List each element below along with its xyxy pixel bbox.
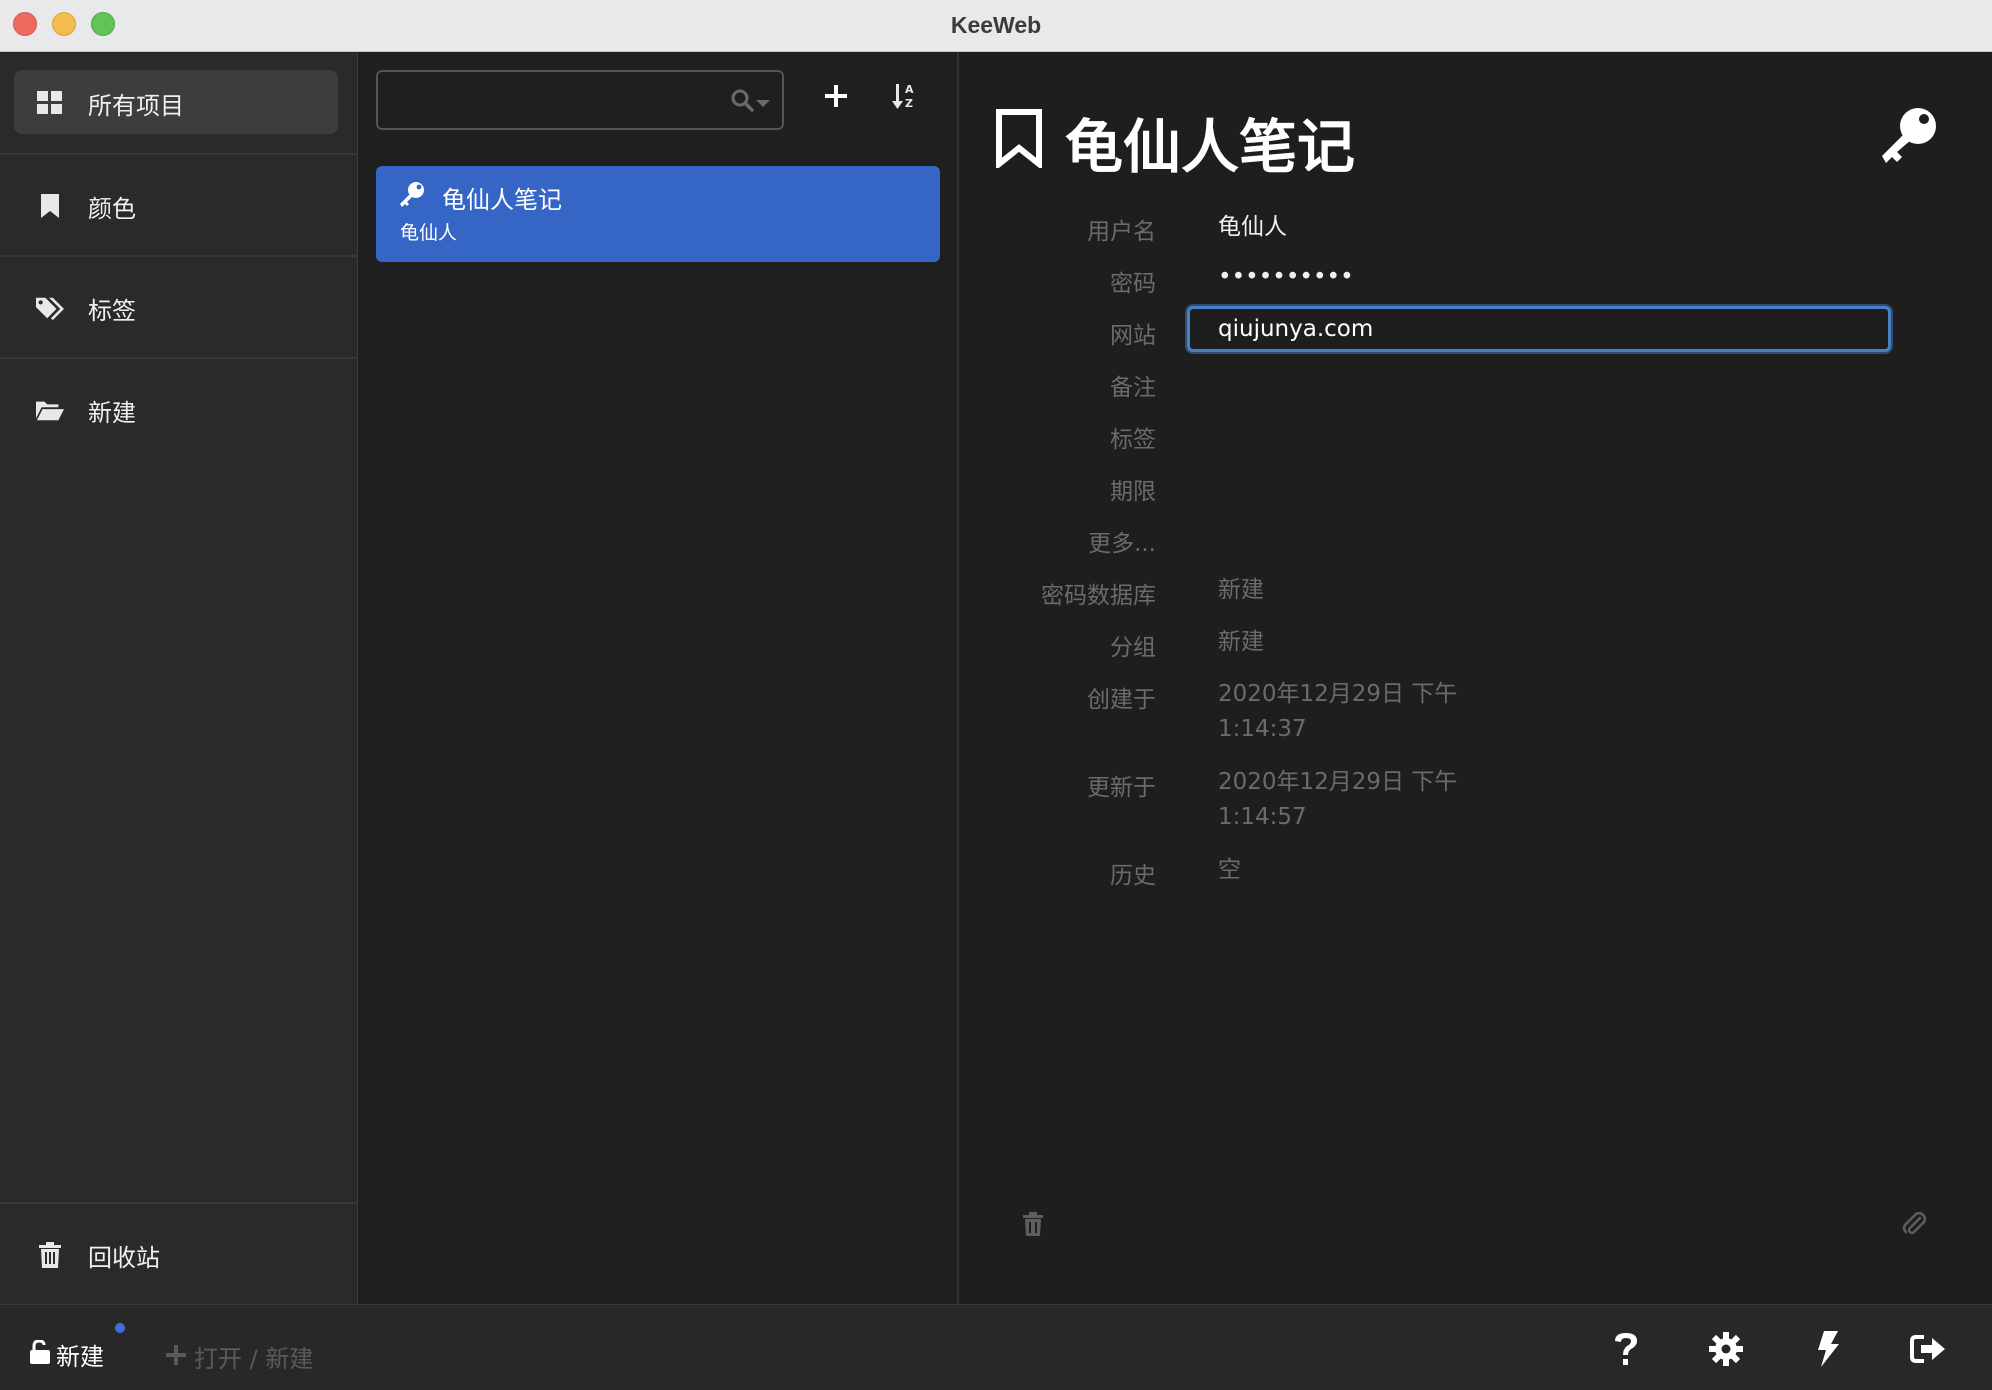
settings-button[interactable] xyxy=(1706,1331,1746,1371)
search-box[interactable] xyxy=(376,70,784,130)
paperclip-icon[interactable] xyxy=(1902,1211,1927,1242)
group-value[interactable]: 新建 xyxy=(1218,624,1264,660)
database-label: 密码数据库 xyxy=(1041,583,1156,609)
entry-username: 龟仙人 xyxy=(400,222,458,244)
bookmark-outline-icon[interactable] xyxy=(995,108,1043,172)
website-value: qiujunya.com xyxy=(1218,316,1374,342)
sidebar-item-tags[interactable]: 标签 xyxy=(0,257,357,359)
website-label: 网站 xyxy=(1110,323,1156,349)
maximize-window-button[interactable] xyxy=(91,12,115,36)
key-icon[interactable] xyxy=(1878,104,1940,170)
plus-icon xyxy=(166,1343,186,1371)
history-label: 历史 xyxy=(1110,863,1156,889)
lock-logout-button[interactable] xyxy=(1908,1331,1948,1371)
entry-details-panel: 龟仙人笔记 用户名 龟仙人 密码 •••••••••• 网站 qiujunya.… xyxy=(961,52,1992,1304)
open-database-tab[interactable]: 新建 xyxy=(30,1337,104,1372)
title-bar: KeeWeb xyxy=(0,0,1992,52)
caret-down-icon xyxy=(756,93,770,112)
key-icon xyxy=(398,180,426,212)
sort-alpha-icon: AZ xyxy=(892,82,918,114)
window-controls xyxy=(13,12,115,36)
sidebar-item-all[interactable]: 所有项目 xyxy=(0,52,357,154)
notes-label[interactable]: 备注 xyxy=(1110,368,1156,402)
group-label: 分组 xyxy=(1110,635,1156,661)
updated-value-date: 2020年12月29日 下午 xyxy=(1218,769,1458,795)
window-title: KeeWeb xyxy=(950,12,1042,38)
sidebar-item-label: 颜色 xyxy=(88,194,136,223)
bolt-icon xyxy=(1816,1331,1840,1371)
sidebar-item-label: 回收站 xyxy=(88,1243,160,1272)
history-value[interactable]: 空 xyxy=(1218,852,1241,888)
plus-icon xyxy=(824,84,848,112)
username-value[interactable]: 龟仙人 xyxy=(1218,209,1287,245)
website-input[interactable]: qiujunya.com xyxy=(1187,306,1891,352)
created-label: 创建于 xyxy=(1087,687,1156,713)
footer-bar: 新建 打开 / 新建 xyxy=(0,1304,1992,1390)
search-icon xyxy=(730,88,754,116)
minimize-window-button[interactable] xyxy=(52,12,76,36)
help-button[interactable] xyxy=(1606,1331,1646,1371)
sort-button[interactable]: AZ xyxy=(885,78,925,118)
folder-open-icon xyxy=(36,396,64,424)
updated-value-time: 1:14:57 xyxy=(1218,804,1307,830)
search-input[interactable] xyxy=(388,80,708,120)
database-value: 新建 xyxy=(1218,577,1264,603)
username-label: 用户名 xyxy=(1087,219,1156,245)
password-label: 密码 xyxy=(1110,271,1156,297)
unsaved-changes-dot xyxy=(115,1323,125,1333)
sidebar-item-label: 所有项目 xyxy=(88,91,184,120)
sidebar-item-colors[interactable]: 颜色 xyxy=(0,155,357,257)
password-value[interactable]: •••••••••• xyxy=(1218,259,1354,295)
tags-label[interactable]: 标签 xyxy=(1110,420,1156,454)
sidebar-item-label: 新建 xyxy=(88,398,136,427)
sidebar: 所有项目 颜色 标签 新建 回收站 xyxy=(0,52,358,1304)
delete-entry-icon[interactable] xyxy=(1023,1212,1043,1240)
svg-text:A: A xyxy=(905,83,914,96)
close-window-button[interactable] xyxy=(13,12,37,36)
expires-label[interactable]: 期限 xyxy=(1110,472,1156,506)
created-value-time: 1:14:37 xyxy=(1218,716,1307,742)
trash-icon xyxy=(36,1241,64,1269)
entry-list-panel: AZ 龟仙人笔记 龟仙人 xyxy=(359,52,959,1304)
add-entry-button[interactable] xyxy=(816,78,856,118)
question-icon xyxy=(1612,1331,1640,1371)
updated-label: 更新于 xyxy=(1087,775,1156,801)
svg-text:Z: Z xyxy=(905,97,913,110)
open-new-label: 打开 / 新建 xyxy=(194,1345,314,1373)
list-item[interactable]: 龟仙人笔记 龟仙人 xyxy=(376,166,940,262)
database-name: 新建 xyxy=(56,1343,104,1371)
bookmark-icon xyxy=(36,192,64,220)
generator-button[interactable] xyxy=(1808,1331,1848,1371)
sidebar-item-trash[interactable]: 回收站 xyxy=(0,1204,357,1306)
open-new-button[interactable]: 打开 / 新建 xyxy=(166,1339,313,1374)
sidebar-item-group-new[interactable]: 新建 xyxy=(0,359,357,461)
gear-icon xyxy=(1709,1332,1743,1370)
tags-icon xyxy=(36,294,64,322)
unlock-icon xyxy=(30,1338,50,1370)
grid-icon xyxy=(36,89,64,117)
sidebar-item-label: 标签 xyxy=(88,296,136,325)
entry-title-heading[interactable]: 龟仙人笔记 xyxy=(1065,100,1355,184)
more-fields-link[interactable]: 更多... xyxy=(1088,524,1156,558)
sign-out-icon xyxy=(1910,1334,1946,1368)
entry-title: 龟仙人笔记 xyxy=(442,186,562,214)
created-value-date: 2020年12月29日 下午 xyxy=(1218,681,1458,707)
search-options[interactable] xyxy=(730,88,770,116)
